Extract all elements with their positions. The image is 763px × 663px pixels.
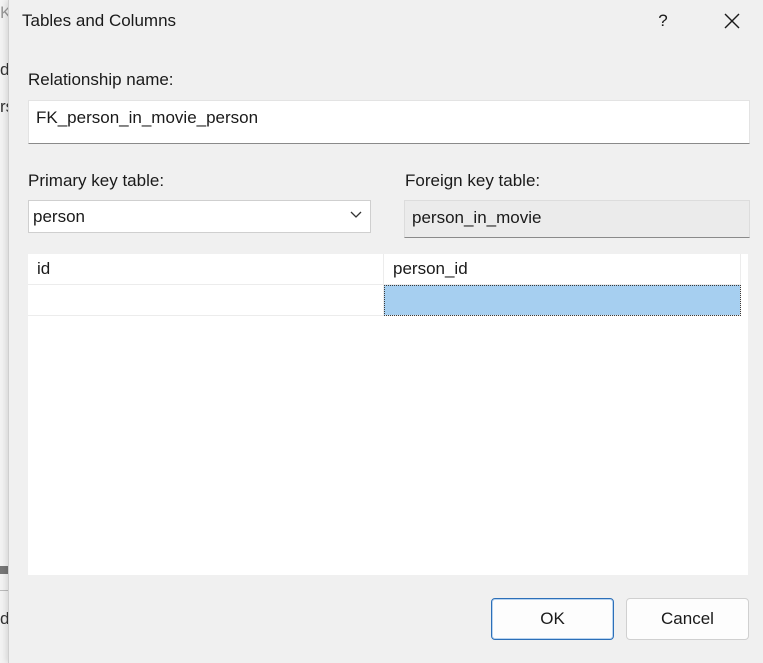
primary-key-table-label: Primary key table: (28, 171, 165, 190)
help-button[interactable]: ? (641, 4, 685, 38)
grid-cell-primary-column[interactable] (28, 285, 384, 316)
columns-grid: id person_id (28, 254, 748, 575)
ok-button[interactable]: OK (491, 598, 614, 640)
close-icon (724, 13, 740, 29)
relationship-name-input[interactable]: FK_person_in_movie_person (28, 100, 750, 144)
cancel-button[interactable]: Cancel (626, 598, 749, 640)
close-button[interactable] (709, 4, 755, 38)
title-bar[interactable]: Tables and Columns ? (9, 0, 763, 42)
primary-key-table-value: person (33, 207, 85, 226)
chevron-down-icon (350, 211, 362, 218)
grid-cell-foreign-column[interactable]: person_id (384, 254, 741, 285)
grid-cell-foreign-column-selected[interactable] (384, 285, 741, 316)
screen: K d rs d Tables and Columns ? Relationsh… (0, 0, 763, 663)
foreign-key-table-label: Foreign key table: (405, 171, 541, 190)
grid-cell-primary-column[interactable]: id (28, 254, 384, 285)
tables-and-columns-dialog: Tables and Columns ? Relationship name: … (8, 0, 763, 663)
relationship-name-label: Relationship name: (28, 70, 174, 89)
primary-key-table-select[interactable]: person (28, 200, 371, 233)
foreign-key-table-field: person_in_movie (404, 200, 750, 238)
dialog-title: Tables and Columns (22, 11, 177, 30)
